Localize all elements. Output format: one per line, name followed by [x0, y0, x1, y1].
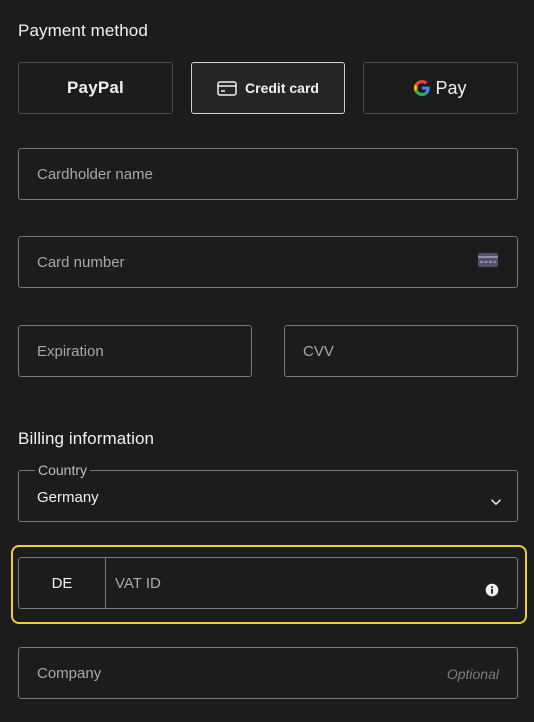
billing-information-title: Billing information: [18, 429, 155, 448]
cvv-field[interactable]: [284, 325, 518, 377]
expiration-field[interactable]: [18, 325, 252, 377]
company-field[interactable]: Optional: [18, 647, 518, 699]
cardholder-name-input[interactable]: [19, 149, 517, 199]
cardholder-name-field[interactable]: [18, 148, 518, 200]
expiration-input[interactable]: [19, 326, 251, 376]
credit-card-label: Credit card: [245, 80, 319, 96]
card-brand-icon: [478, 253, 498, 272]
vat-id-field[interactable]: DE: [18, 557, 518, 609]
google-g-icon: [414, 80, 431, 96]
card-number-input[interactable]: [19, 237, 517, 287]
chevron-down-icon: [491, 493, 501, 511]
credit-card-icon: [217, 80, 237, 96]
country-select[interactable]: Country Germany: [18, 462, 518, 522]
google-pay-label: Pay: [435, 77, 467, 98]
credit-card-button[interactable]: Credit card: [191, 62, 345, 114]
google-pay-button[interactable]: Pay: [363, 62, 518, 114]
vat-id-input[interactable]: [106, 558, 517, 608]
payment-method-title: Payment method: [18, 21, 148, 40]
optional-hint: Optional: [446, 666, 499, 682]
vat-country-prefix: DE: [19, 558, 106, 608]
paypal-button[interactable]: PayPal: [18, 62, 173, 114]
company-input[interactable]: [19, 648, 517, 698]
paypal-label: PayPal: [67, 78, 124, 97]
country-label: Country: [35, 462, 91, 478]
card-number-field[interactable]: [18, 236, 518, 288]
info-icon[interactable]: [485, 583, 499, 602]
cvv-input[interactable]: [285, 326, 517, 376]
country-value: Germany: [37, 489, 99, 506]
